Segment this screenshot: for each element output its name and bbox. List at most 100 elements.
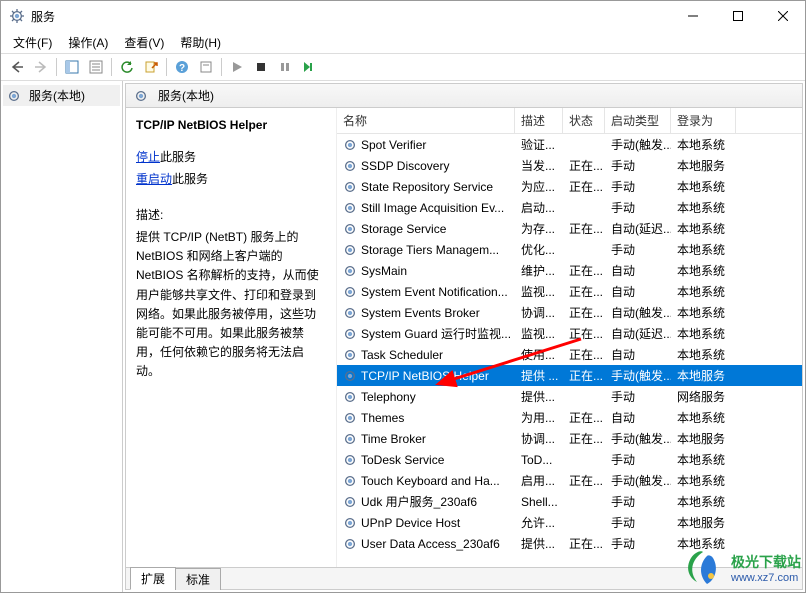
service-row[interactable]: System Events Broker协调...正在...自动(触发...本地… [337,302,802,323]
service-startup: 自动 [605,346,671,363]
gear-icon [343,285,357,299]
menu-view[interactable]: 查看(V) [116,32,172,53]
service-name: TCP/IP NetBIOS Helper [361,369,489,383]
service-status: 正在... [563,220,605,237]
service-status: 正在... [563,367,605,384]
gear-icon [343,222,357,236]
service-desc: 允许... [515,514,563,531]
minimize-button[interactable] [670,1,715,31]
service-startup: 自动(延迟... [605,325,671,342]
service-row[interactable]: Time Broker协调...正在...手动(触发...本地服务 [337,428,802,449]
tree-pane: 服务(本地) [1,81,123,592]
service-status: 正在... [563,430,605,447]
services-list[interactable]: 名称 描述 状态 启动类型 登录为 Spot Verifier验证...手动(触… [336,108,802,567]
restart-service-link[interactable]: 重启动 [136,172,172,186]
col-status[interactable]: 状态 [563,108,605,133]
watermark: 极光下载站 www.xz7.com [681,546,801,590]
properties-button[interactable] [85,56,107,78]
service-row[interactable]: ToDesk ServiceToD...手动本地系统 [337,449,802,470]
tab-standard[interactable]: 标准 [175,568,221,590]
service-row[interactable]: SSDP Discovery当发...正在...手动本地服务 [337,155,802,176]
menu-action[interactable]: 操作(A) [60,32,116,53]
export-button[interactable] [140,56,162,78]
service-logon: 本地系统 [671,241,736,258]
service-name: Still Image Acquisition Ev... [361,201,504,215]
stop-service-button[interactable] [250,56,272,78]
service-desc: ToD... [515,453,563,467]
pause-service-button[interactable] [274,56,296,78]
back-button[interactable] [6,56,28,78]
stop-service-link[interactable]: 停止 [136,150,160,164]
service-row[interactable]: Still Image Acquisition Ev...启动...手动本地系统 [337,197,802,218]
service-row[interactable]: Udk 用户服务_230af6Shell...手动本地系统 [337,491,802,512]
service-logon: 本地服务 [671,430,736,447]
service-startup: 手动 [605,514,671,531]
gear-icon [343,264,357,278]
service-desc: 为应... [515,178,563,195]
service-logon: 网络服务 [671,388,736,405]
service-row[interactable]: Storage Service为存...正在...自动(延迟...本地系统 [337,218,802,239]
col-logon[interactable]: 登录为 [671,108,736,133]
service-row[interactable]: Touch Keyboard and Ha...启用...正在...手动(触发.… [337,470,802,491]
service-row[interactable]: UPnP Device Host允许...手动本地服务 [337,512,802,533]
col-startup[interactable]: 启动类型 [605,108,671,133]
service-desc: 当发... [515,157,563,174]
menubar: 文件(F) 操作(A) 查看(V) 帮助(H) [1,31,805,53]
service-desc: 使用... [515,346,563,363]
restart-service-button[interactable] [298,56,320,78]
service-desc: 提供 ... [515,367,563,384]
gear-icon [343,432,357,446]
watermark-logo-icon [681,546,725,590]
detail-panel: TCP/IP NetBIOS Helper 停止此服务 重启动此服务 描述: 提… [126,108,336,567]
menu-file[interactable]: 文件(F) [5,32,60,53]
service-desc: 提供... [515,388,563,405]
col-desc[interactable]: 描述 [515,108,563,133]
service-desc: 优化... [515,241,563,258]
service-row[interactable]: Telephony提供...手动网络服务 [337,386,802,407]
service-name: SSDP Discovery [361,159,449,173]
window-title: 服务 [31,8,670,25]
action-button[interactable] [195,56,217,78]
service-desc: Shell... [515,495,563,509]
tree-item-services-local[interactable]: 服务(本地) [3,85,120,106]
start-service-button[interactable] [226,56,248,78]
maximize-button[interactable] [715,1,760,31]
gear-icon [343,495,357,509]
service-row[interactable]: System Event Notification...监视...正在...自动… [337,281,802,302]
service-desc: 提供... [515,535,563,552]
service-row[interactable]: TCP/IP NetBIOS Helper提供 ...正在...手动(触发...… [337,365,802,386]
service-startup: 自动 [605,283,671,300]
service-name: User Data Access_230af6 [361,537,500,551]
service-name: Time Broker [361,432,426,446]
service-row[interactable]: Spot Verifier验证...手动(触发...本地系统 [337,134,802,155]
service-logon: 本地服务 [671,367,736,384]
forward-button[interactable] [30,56,52,78]
service-logon: 本地系统 [671,409,736,426]
tab-extended[interactable]: 扩展 [130,567,176,590]
service-status: 正在... [563,325,605,342]
menu-help[interactable]: 帮助(H) [172,32,229,53]
service-detail-title: TCP/IP NetBIOS Helper [136,118,326,132]
gear-icon [343,138,357,152]
service-name: Themes [361,411,404,425]
gear-icon [343,453,357,467]
service-name: Telephony [361,390,416,404]
service-row[interactable]: Storage Tiers Managem...优化...手动本地系统 [337,239,802,260]
list-header: 名称 描述 状态 启动类型 登录为 [337,108,802,134]
close-button[interactable] [760,1,805,31]
service-row[interactable]: Themes为用...正在...自动本地系统 [337,407,802,428]
right-pane-header: 服务(本地) [126,84,802,108]
service-row[interactable]: System Guard 运行时监视...监视...正在...自动(延迟...本… [337,323,802,344]
service-logon: 本地系统 [671,346,736,363]
service-logon: 本地系统 [671,178,736,195]
service-logon: 本地系统 [671,325,736,342]
service-row[interactable]: SysMain维护...正在...自动本地系统 [337,260,802,281]
help-button[interactable]: ? [171,56,193,78]
service-row[interactable]: State Repository Service为应...正在...手动本地系统 [337,176,802,197]
refresh-button[interactable] [116,56,138,78]
service-row[interactable]: Task Scheduler使用...正在...自动本地系统 [337,344,802,365]
show-hide-tree-button[interactable] [61,56,83,78]
service-startup: 手动 [605,241,671,258]
right-pane: 服务(本地) TCP/IP NetBIOS Helper 停止此服务 重启动此服… [125,83,803,590]
col-name[interactable]: 名称 [337,108,515,133]
